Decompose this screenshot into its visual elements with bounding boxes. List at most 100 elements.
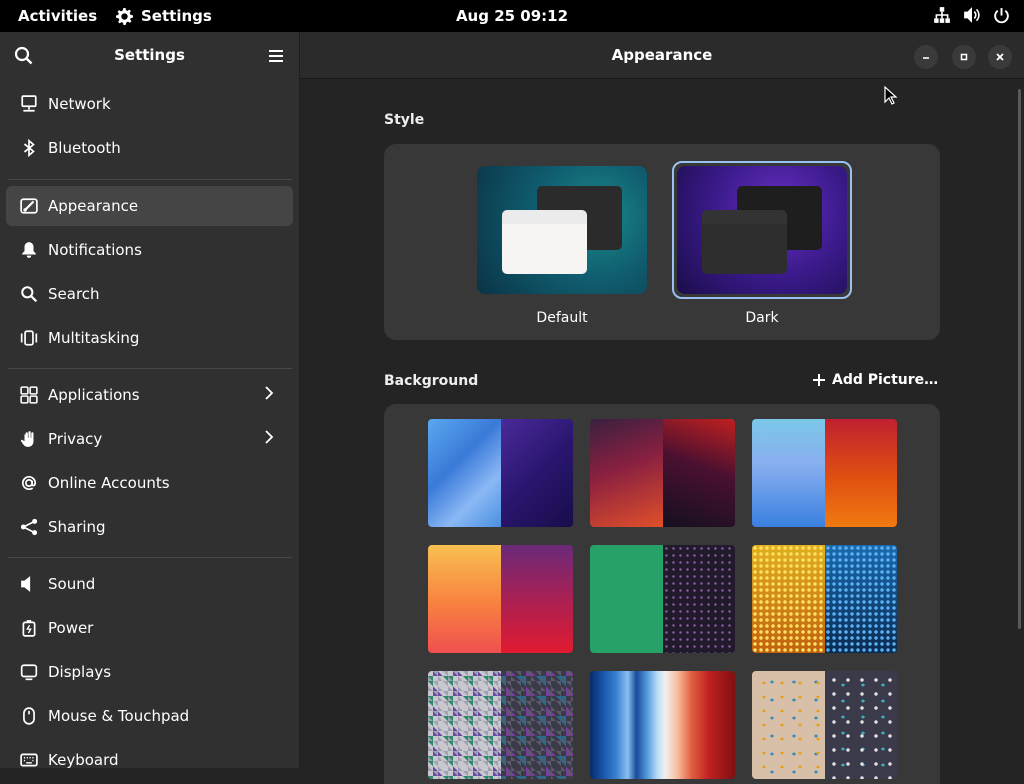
sidebar-item-multitasking[interactable]: Multitasking <box>6 318 293 358</box>
sidebar-item-label: Applications <box>48 386 140 404</box>
top-bar: Activities Settings Aug 25 09:12 <box>0 0 1024 32</box>
sidebar-item-keyboard[interactable]: Keyboard <box>6 740 293 780</box>
sidebar-item-label: Bluetooth <box>48 139 121 157</box>
maximize-button[interactable] <box>952 45 976 69</box>
sidebar-item-label: Displays <box>48 663 112 681</box>
sidebar-item-label: Sharing <box>48 518 106 536</box>
main-pane: Appearance Style Default Dark Background… <box>300 32 1024 784</box>
sidebar-item-displays[interactable]: Displays <box>6 652 293 692</box>
sidebar-item-notifications[interactable]: Notifications <box>6 230 293 270</box>
system-tray[interactable] <box>933 6 1010 24</box>
minimize-button[interactable] <box>914 45 938 69</box>
network-wired-icon <box>934 7 950 23</box>
volume-icon <box>964 7 980 23</box>
sidebar-separator <box>8 179 292 180</box>
sidebar-item-bluetooth[interactable]: Bluetooth <box>6 128 293 168</box>
sidebar-separator <box>8 557 292 558</box>
minimize-icon <box>923 57 929 59</box>
sidebar-title: Settings <box>114 46 185 64</box>
wallpaper-thumbnail[interactable] <box>590 419 735 527</box>
wallpaper-thumbnail[interactable] <box>752 671 897 779</box>
sidebar-item-sound[interactable]: Sound <box>6 564 293 604</box>
wallpaper-light-half <box>752 419 825 527</box>
chevron-right-icon <box>265 430 274 444</box>
add-picture-label: Add Picture… <box>832 372 939 388</box>
wallpaper-light-half <box>590 545 663 653</box>
appearance-icon <box>18 195 40 217</box>
wallpaper-thumbnail[interactable] <box>590 545 735 653</box>
app-name: Settings <box>141 7 212 25</box>
wallpaper-light-half <box>428 419 501 527</box>
style-option-dark-label: Dark <box>745 310 779 326</box>
wallpaper-light-half <box>752 545 825 653</box>
plus-icon <box>813 374 825 386</box>
close-icon <box>996 53 1004 61</box>
sidebar-item-label: Network <box>48 95 111 113</box>
wallpaper-stripes <box>590 671 735 779</box>
sidebar-item-mouse-touchpad[interactable]: Mouse & Touchpad <box>6 696 293 736</box>
wallpaper-dark-half <box>662 419 735 527</box>
display-icon <box>18 661 40 683</box>
chevron-right-icon <box>265 386 274 400</box>
sidebar: Settings Network Bluetooth Appearance No… <box>0 32 299 769</box>
mouse-cursor-icon <box>884 86 898 105</box>
wallpaper-thumbnail[interactable] <box>428 545 573 653</box>
wallpaper-thumbnail[interactable] <box>590 671 735 779</box>
sidebar-item-label: Power <box>48 619 94 637</box>
at-icon <box>18 472 40 494</box>
maximize-icon <box>960 53 968 61</box>
network-icon <box>18 93 40 115</box>
wallpaper-dark-half <box>662 545 735 653</box>
sidebar-item-label: Sound <box>48 575 96 593</box>
mouse-icon <box>18 705 40 727</box>
wallpaper-dark-half <box>824 545 897 653</box>
sidebar-item-label: Search <box>48 285 100 303</box>
speaker-icon <box>18 573 40 595</box>
background-gallery <box>384 404 940 784</box>
applications-icon <box>18 384 40 406</box>
bluetooth-icon <box>18 137 40 159</box>
wallpaper-dark-half <box>500 671 573 779</box>
wallpaper-thumbnail[interactable] <box>752 419 897 527</box>
hamburger-menu-icon[interactable] <box>264 44 288 68</box>
style-option-dark[interactable] <box>677 166 847 294</box>
style-option-default-label: Default <box>536 310 588 326</box>
sidebar-item-applications[interactable]: Applications <box>6 375 293 415</box>
bell-icon <box>18 239 40 261</box>
wallpaper-thumbnail[interactable] <box>428 419 573 527</box>
activities-button[interactable]: Activities <box>18 7 97 25</box>
multitasking-icon <box>18 327 40 349</box>
sidebar-item-label: Keyboard <box>48 751 119 769</box>
wallpaper-dark-half <box>824 671 897 779</box>
sidebar-item-label: Online Accounts <box>48 474 170 492</box>
sidebar-separator <box>8 368 292 369</box>
preview-light-window <box>502 210 587 274</box>
wallpaper-thumbnail[interactable] <box>752 545 897 653</box>
sidebar-item-label: Notifications <box>48 241 142 259</box>
sidebar-item-search[interactable]: Search <box>6 274 293 314</box>
wallpaper-dark-half <box>824 419 897 527</box>
wallpaper-light-half <box>752 671 825 779</box>
sidebar-item-power[interactable]: Power <box>6 608 293 648</box>
sidebar-item-label: Mouse & Touchpad <box>48 707 190 725</box>
preview-dark-window-front <box>702 210 787 274</box>
add-picture-button[interactable]: Add Picture… <box>812 372 938 388</box>
sidebar-item-label: Appearance <box>48 197 139 215</box>
app-menu[interactable]: Settings <box>116 7 212 25</box>
wallpaper-thumbnail[interactable] <box>428 671 573 779</box>
sidebar-item-online-accounts[interactable]: Online Accounts <box>6 463 293 503</box>
scrollbar[interactable] <box>1018 89 1021 629</box>
clock[interactable]: Aug 25 09:12 <box>456 7 568 25</box>
close-button[interactable] <box>988 45 1012 69</box>
hand-icon <box>18 428 40 450</box>
sidebar-item-sharing[interactable]: Sharing <box>6 507 293 547</box>
sidebar-item-privacy[interactable]: Privacy <box>6 419 293 459</box>
wallpaper-dark-half <box>500 419 573 527</box>
background-section-label: Background <box>384 373 479 389</box>
share-icon <box>18 516 40 538</box>
sidebar-item-network[interactable]: Network <box>6 84 293 124</box>
wallpaper-light-half <box>590 419 663 527</box>
wallpaper-light-half <box>428 671 501 779</box>
sidebar-item-appearance[interactable]: Appearance <box>6 186 293 226</box>
style-option-default[interactable] <box>477 166 647 294</box>
